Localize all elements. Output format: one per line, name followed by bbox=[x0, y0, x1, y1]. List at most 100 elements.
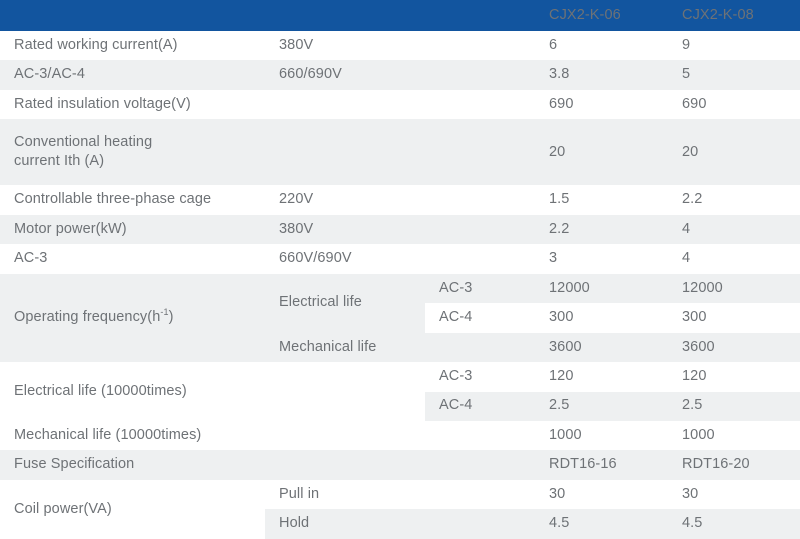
cell-cjx2-k-06: 3 bbox=[535, 244, 668, 274]
cell-cjx2-k-06: RDT16-16 bbox=[535, 450, 668, 480]
row-subsub-ac4: AC-4 bbox=[425, 303, 535, 333]
row-subsub bbox=[425, 185, 535, 215]
row-subsub bbox=[425, 450, 535, 480]
cell-cjx2-k-06: 2.5 bbox=[535, 391, 668, 421]
header-sub-column bbox=[265, 0, 425, 31]
row-sub bbox=[265, 119, 425, 186]
table-row: Conventional heating current Ith (A) 20 … bbox=[0, 119, 800, 186]
row-subsub-ac3: AC-3 bbox=[425, 362, 535, 392]
row-sub bbox=[265, 420, 425, 451]
row-sub-mechanical-life: Mechanical life bbox=[265, 332, 425, 363]
row-label-line-1: Conventional heating bbox=[14, 133, 153, 150]
row-label: Rated insulation voltage(V) bbox=[0, 89, 265, 120]
header-model-cjx2-k-08: CJX2-K-08 bbox=[668, 0, 800, 31]
row-subsub bbox=[425, 244, 535, 274]
row-label: Rated working current(A) bbox=[0, 31, 265, 61]
row-label: Controllable three-phase cage bbox=[0, 185, 265, 215]
table-row: AC-3/AC-4 660/690V 3.8 5 bbox=[0, 60, 800, 90]
row-subsub bbox=[425, 479, 535, 510]
table-row: Rated working current(A) 380V 6 9 bbox=[0, 31, 800, 61]
row-label: AC-3 bbox=[0, 244, 265, 274]
table-row: Electrical life (10000times) AC-3 120 12… bbox=[0, 362, 800, 421]
cell-cjx2-k-08: 3600 bbox=[668, 332, 800, 363]
row-label-line-2: current Ith (A) bbox=[14, 153, 105, 170]
row-subsub bbox=[425, 420, 535, 451]
row-subsub bbox=[425, 214, 535, 245]
row-sub: 220V bbox=[265, 185, 425, 215]
cell-cjx2-k-08: 20 bbox=[668, 119, 800, 186]
row-subsub bbox=[425, 60, 535, 90]
header-label-column bbox=[0, 0, 265, 31]
row-subsub-ac4: AC-4 bbox=[425, 391, 535, 421]
cell-cjx2-k-06: 300 bbox=[535, 303, 668, 333]
cell-cjx2-k-06: 120 bbox=[535, 362, 668, 392]
row-label: Fuse Specification bbox=[0, 450, 265, 480]
cell-cjx2-k-08: 4 bbox=[668, 214, 800, 245]
row-sub bbox=[265, 450, 425, 480]
row-label-superscript: -1 bbox=[160, 307, 169, 318]
table-row: Controllable three-phase cage 220V 1.5 2… bbox=[0, 185, 800, 215]
cell-cjx2-k-08: RDT16-20 bbox=[668, 450, 800, 480]
cell-cjx2-k-06: 3.8 bbox=[535, 60, 668, 90]
table-row: AC-3 660V/690V 3 4 bbox=[0, 244, 800, 274]
row-label: Motor power(kW) bbox=[0, 214, 265, 245]
cell-cjx2-k-08: 690 bbox=[668, 89, 800, 120]
cell-cjx2-k-08: 120 bbox=[668, 362, 800, 392]
cell-cjx2-k-06: 690 bbox=[535, 89, 668, 120]
row-sub: 380V bbox=[265, 214, 425, 245]
table-body: Rated working current(A) 380V 6 9 AC-3/A… bbox=[0, 31, 800, 539]
row-label-electrical-life: Electrical life (10000times) bbox=[0, 362, 265, 421]
table-row: Mechanical life (10000times) 1000 1000 bbox=[0, 420, 800, 451]
row-sub bbox=[265, 89, 425, 120]
table-row: Motor power(kW) 380V 2.2 4 bbox=[0, 214, 800, 245]
cell-cjx2-k-08: 300 bbox=[668, 303, 800, 333]
cell-cjx2-k-08: 2.5 bbox=[668, 391, 800, 421]
cell-cjx2-k-08: 4 bbox=[668, 244, 800, 274]
row-label-coil-power: Coil power(VA) bbox=[0, 479, 265, 539]
cell-cjx2-k-08: 9 bbox=[668, 31, 800, 61]
table-header: CJX2-K-06 CJX2-K-08 bbox=[0, 0, 800, 31]
row-label: Conventional heating current Ith (A) bbox=[0, 119, 265, 186]
cell-cjx2-k-08: 30 bbox=[668, 479, 800, 510]
row-subsub bbox=[425, 89, 535, 120]
row-sub-electrical-life: Electrical life bbox=[265, 273, 425, 333]
cell-cjx2-k-06: 30 bbox=[535, 479, 668, 510]
row-subsub bbox=[425, 509, 535, 539]
row-label-suffix: ) bbox=[168, 309, 174, 326]
cell-cjx2-k-08: 1000 bbox=[668, 420, 800, 451]
cell-cjx2-k-06: 1.5 bbox=[535, 185, 668, 215]
row-sub-pull-in: Pull in bbox=[265, 479, 425, 510]
row-label: AC-3/AC-4 bbox=[0, 60, 265, 90]
row-subsub bbox=[425, 119, 535, 186]
table-row: Rated insulation voltage(V) 690 690 bbox=[0, 89, 800, 120]
cell-cjx2-k-06: 12000 bbox=[535, 273, 668, 304]
row-subsub bbox=[425, 332, 535, 363]
header-model-cjx2-k-06: CJX2-K-06 bbox=[535, 0, 668, 31]
cell-cjx2-k-06: 6 bbox=[535, 31, 668, 61]
row-sub: 380V bbox=[265, 31, 425, 61]
specification-table: CJX2-K-06 CJX2-K-08 Rated working curren… bbox=[0, 0, 800, 539]
row-sub: 660/690V bbox=[265, 60, 425, 90]
header-row: CJX2-K-06 CJX2-K-08 bbox=[0, 0, 800, 31]
cell-cjx2-k-06: 1000 bbox=[535, 420, 668, 451]
table-row: Coil power(VA) Pull in 30 30 bbox=[0, 479, 800, 539]
cell-cjx2-k-08: 5 bbox=[668, 60, 800, 90]
row-label: Mechanical life (10000times) bbox=[0, 420, 265, 451]
row-sub: 660V/690V bbox=[265, 244, 425, 274]
cell-cjx2-k-06: 3600 bbox=[535, 332, 668, 363]
table-row: Operating frequency(h-1) Electrical life… bbox=[0, 273, 800, 363]
row-subsub bbox=[425, 31, 535, 61]
row-subsub-ac3: AC-3 bbox=[425, 273, 535, 304]
cell-cjx2-k-06: 20 bbox=[535, 119, 668, 186]
row-label-prefix: Operating frequency(h bbox=[14, 309, 161, 326]
table-row: Fuse Specification RDT16-16 RDT16-20 bbox=[0, 450, 800, 480]
cell-cjx2-k-08: 2.2 bbox=[668, 185, 800, 215]
cell-cjx2-k-08: 12000 bbox=[668, 273, 800, 304]
cell-cjx2-k-06: 4.5 bbox=[535, 509, 668, 539]
cell-cjx2-k-06: 2.2 bbox=[535, 214, 668, 245]
row-sub bbox=[265, 362, 425, 421]
row-sub-hold: Hold bbox=[265, 509, 425, 539]
row-label-operating-frequency: Operating frequency(h-1) bbox=[0, 273, 265, 363]
header-subsub-column bbox=[425, 0, 535, 31]
cell-cjx2-k-08: 4.5 bbox=[668, 509, 800, 539]
